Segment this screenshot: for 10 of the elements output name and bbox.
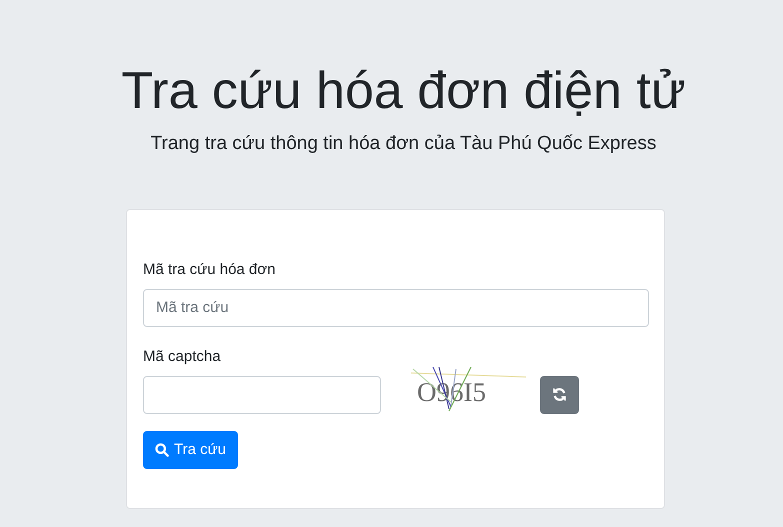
search-icon: [155, 442, 169, 457]
field-label: Mã captcha: [143, 346, 222, 367]
page-title: Tra cứu hóa đơn điện tử: [121, 61, 686, 122]
refresh-captcha-button[interactable]: [540, 376, 579, 414]
lookup-code-field[interactable]: Mã tra cứu: [143, 288, 649, 327]
captcha-field[interactable]: [143, 376, 381, 414]
refresh-icon: [552, 387, 567, 402]
search-button[interactable]: Tra cứu: [143, 430, 238, 469]
page-subtitle: Trang tra cứu thông tin hóa đơn của Tàu Phú Quốc Express: [150, 132, 656, 156]
field-label: Mã tra cứu hóa đơn: [143, 260, 276, 280]
